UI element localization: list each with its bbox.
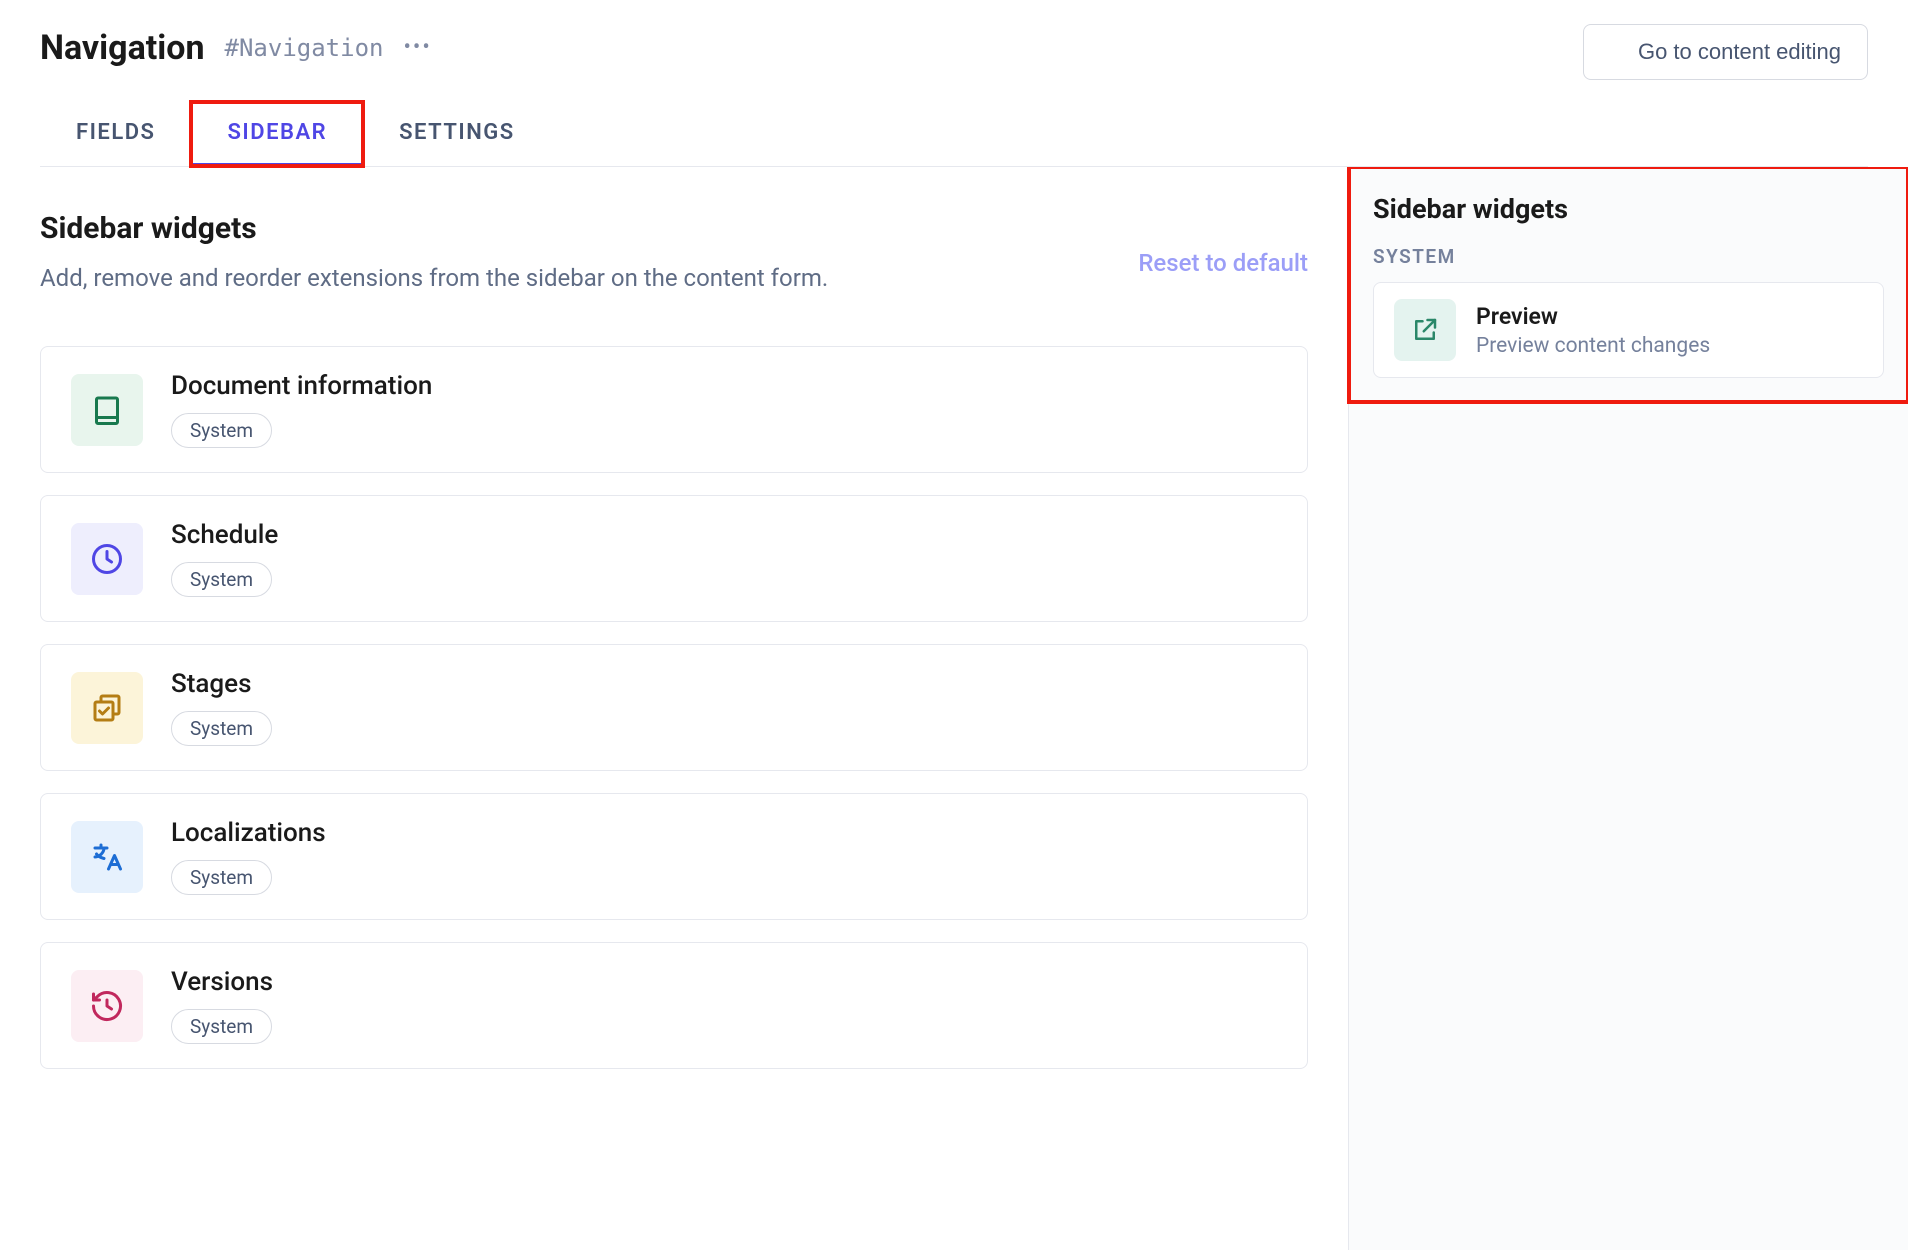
reset-label: Reset to default — [1138, 249, 1308, 277]
widget-card-schedule[interactable]: Schedule System — [40, 495, 1308, 622]
external-link-icon — [1394, 299, 1456, 361]
widget-badge: System — [171, 860, 272, 895]
tab-bar: FIELDS SIDEBAR SETTINGS — [40, 102, 1868, 167]
page-header: Navigation #Navigation ••• Go to content… — [0, 0, 1908, 167]
section-subtitle: Add, remove and reorder extensions from … — [40, 260, 1104, 296]
page-title: Navigation — [40, 28, 205, 68]
widget-badge: System — [171, 562, 272, 597]
reset-to-default-button[interactable]: Reset to default — [1104, 249, 1308, 277]
panel-card-preview[interactable]: Preview Preview content changes — [1373, 282, 1884, 378]
panel-card-name: Preview — [1476, 303, 1710, 330]
widget-badge: System — [171, 711, 272, 746]
widget-name: Versions — [171, 967, 273, 997]
panel-title: Sidebar widgets — [1373, 193, 1884, 225]
page-hash: #Navigation — [225, 34, 384, 62]
history-icon — [71, 970, 143, 1042]
document-icon — [71, 374, 143, 446]
panel-section-label: SYSTEM — [1373, 245, 1884, 268]
widget-card-versions[interactable]: Versions System — [40, 942, 1308, 1069]
widget-name: Document information — [171, 371, 432, 401]
widget-name: Stages — [171, 669, 272, 699]
go-to-content-button[interactable]: Go to content editing — [1583, 24, 1868, 80]
arrow-up-right-icon — [1610, 44, 1626, 60]
right-panel: Sidebar widgets SYSTEM Preview — [1348, 167, 1908, 1250]
widget-card-localizations[interactable]: Localizations System — [40, 793, 1308, 920]
clock-icon — [71, 523, 143, 595]
widget-list: Document information System — [40, 346, 1308, 1069]
tab-settings[interactable]: SETTINGS — [363, 102, 551, 166]
stages-icon — [71, 672, 143, 744]
translate-icon — [71, 821, 143, 893]
widget-badge: System — [171, 413, 272, 448]
section-title: Sidebar widgets — [40, 211, 1104, 246]
tab-sidebar[interactable]: SIDEBAR — [191, 102, 363, 166]
panel-card-desc: Preview content changes — [1476, 334, 1710, 358]
cta-label: Go to content editing — [1638, 39, 1841, 65]
tab-fields[interactable]: FIELDS — [40, 102, 191, 166]
widget-card-stages[interactable]: Stages System — [40, 644, 1308, 771]
more-menu-icon[interactable]: ••• — [403, 37, 431, 59]
refresh-icon — [1104, 252, 1126, 274]
widget-badge: System — [171, 1009, 272, 1044]
widget-card-document-information[interactable]: Document information System — [40, 346, 1308, 473]
widget-name: Schedule — [171, 520, 278, 550]
widget-name: Localizations — [171, 818, 326, 848]
